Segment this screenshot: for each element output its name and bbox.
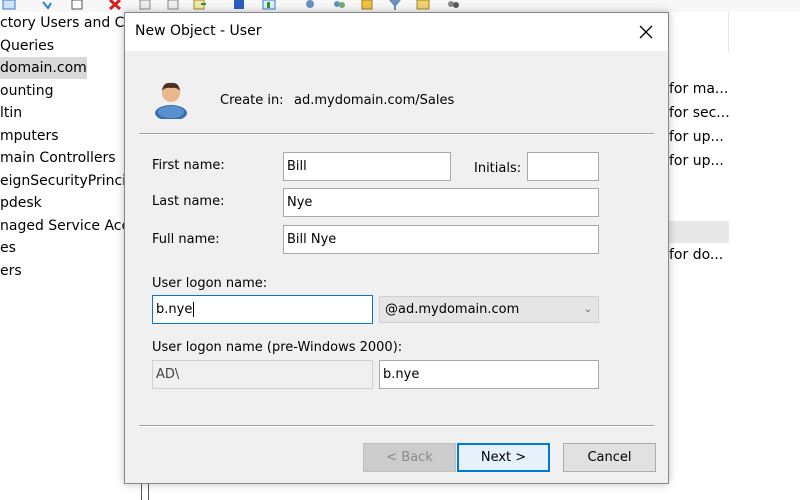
new-object-user-dialog: New Object - User Create in: ad.mydomain… (124, 12, 669, 484)
pre2000-logon-field[interactable]: b.nye (379, 360, 599, 389)
next-button[interactable]: Next > (457, 443, 550, 472)
first-name-field[interactable]: Bill (283, 152, 451, 181)
dialog-titlebar: New Object - User (125, 13, 668, 51)
footer-separator (139, 425, 654, 427)
dialog-title: New Object - User (135, 23, 262, 39)
copy-icon[interactable] (138, 0, 152, 10)
tree-item[interactable]: eignSecurityPrincip (0, 170, 124, 192)
full-name-field[interactable]: Bill Nye (283, 225, 599, 254)
logon-name-text: b.nye (156, 302, 193, 317)
logon-name-label: User logon name: (152, 276, 268, 291)
details-selected-row[interactable] (669, 221, 729, 243)
new-group-icon[interactable] (332, 0, 346, 10)
full-name-label: Full name: (152, 232, 220, 247)
last-name-field[interactable]: Nye (283, 188, 599, 217)
details-pane: for ma... for sec... for up... for up... for… (669, 12, 800, 500)
tree-item[interactable]: ctory Users and Cor (0, 12, 124, 34)
splitter-bars (141, 483, 149, 500)
text-caret (193, 302, 195, 317)
console-icon[interactable] (262, 0, 276, 10)
tree-item[interactable]: ounting (0, 80, 53, 102)
properties-icon[interactable] (70, 0, 84, 10)
refresh-icon[interactable] (40, 0, 54, 10)
tree-item[interactable]: es (0, 237, 16, 259)
export-icon[interactable] (166, 0, 180, 10)
tree-item[interactable]: domain.com (0, 57, 87, 79)
create-in-path: ad.mydomain.com/Sales (294, 93, 455, 108)
details-row-description[interactable]: for sec... (669, 102, 730, 124)
pre2000-label: User logon name (pre-Windows 2000): (152, 340, 403, 355)
details-row-description[interactable]: for ma... (669, 78, 728, 100)
delete-icon[interactable] (108, 0, 122, 10)
domain-suffix-dropdown[interactable]: @ad.mydomain.com ⌄ (379, 296, 599, 323)
details-row-description[interactable]: for do... (669, 244, 723, 266)
cancel-button[interactable]: Cancel (563, 443, 656, 472)
nav-icon[interactable] (2, 0, 16, 10)
close-icon (639, 25, 653, 39)
tree-item[interactable]: pdesk (0, 192, 42, 214)
mmc-toolbar (0, 0, 800, 12)
export-list-icon[interactable] (193, 0, 207, 10)
tree-item[interactable]: mputers (0, 125, 59, 147)
new-user-icon[interactable] (303, 0, 317, 10)
last-name-label: Last name: (152, 194, 225, 209)
header-separator (139, 133, 654, 135)
initials-field[interactable] (527, 152, 599, 181)
tree-item[interactable]: main Controllers (0, 147, 116, 169)
new-ou-icon[interactable] (360, 0, 374, 10)
details-row-description[interactable]: for up... (669, 150, 724, 172)
back-button[interactable]: < Back (363, 443, 456, 472)
chevron-down-icon: ⌄ (583, 304, 592, 315)
help-icon[interactable] (232, 0, 246, 10)
delegate-icon[interactable] (446, 0, 460, 10)
domain-suffix-value: @ad.mydomain.com (385, 302, 520, 317)
first-name-label: First name: (152, 158, 225, 173)
console-tree: ctory Users and CorQueriesdomain.comount… (0, 12, 124, 500)
create-in-label: Create in: (220, 93, 284, 108)
logon-name-field[interactable]: b.nye (152, 295, 373, 324)
details-column-header (669, 12, 729, 52)
tree-item[interactable]: ers (0, 260, 22, 282)
pre2000-domain-field: AD\ (152, 360, 373, 389)
details-row-description[interactable]: for up... (669, 126, 724, 148)
filter-icon[interactable] (388, 0, 402, 10)
tree-item[interactable]: naged Service Acco (0, 215, 124, 237)
tree-item[interactable]: Queries (0, 35, 54, 57)
close-button[interactable] (630, 18, 662, 46)
initials-label: Initials: (474, 161, 522, 176)
add-to-group-icon[interactable] (416, 0, 430, 10)
user-icon (155, 82, 187, 119)
tree-item[interactable]: ltin (0, 102, 22, 124)
